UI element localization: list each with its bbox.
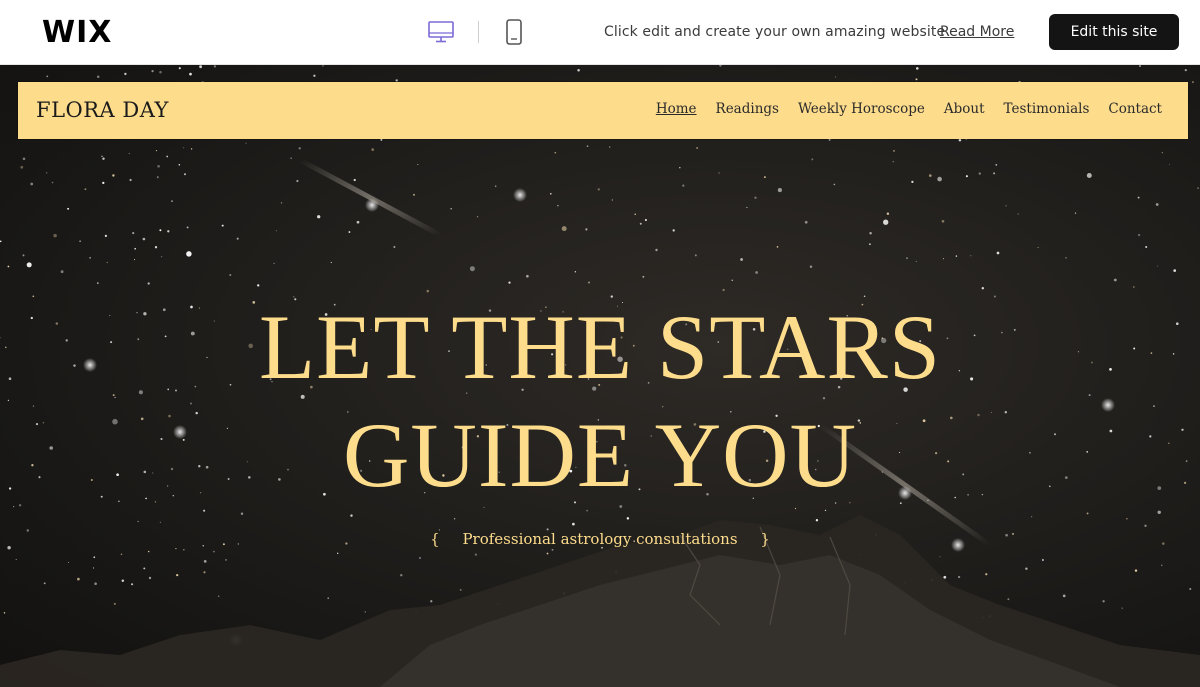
read-more-link[interactable]: Read More	[940, 24, 1014, 40]
hero-tagline: { Professional astrology consultations }	[0, 530, 1200, 548]
hero-headline-line2: GUIDE YOU	[342, 404, 858, 506]
mobile-icon[interactable]	[499, 17, 529, 47]
tagline-text: Professional astrology consultations	[462, 530, 738, 548]
wix-logo[interactable]: WIX	[42, 15, 112, 50]
nav-home[interactable]: Home	[656, 101, 697, 117]
desktop-icon[interactable]	[426, 17, 456, 47]
nav-readings[interactable]: Readings	[716, 101, 779, 117]
nav-testimonials[interactable]: Testimonials	[1004, 101, 1090, 117]
edit-site-button[interactable]: Edit this site	[1049, 14, 1179, 50]
device-divider	[478, 21, 479, 43]
hero-headline-line1: LET THE STARS	[258, 296, 942, 398]
wix-top-bar: WIX Click edit and create your own amazi…	[0, 0, 1200, 65]
nav-weekly-horoscope[interactable]: Weekly Horoscope	[798, 101, 925, 117]
brace-open: {	[430, 530, 440, 548]
hero-section: FLORA DAY Home Readings Weekly Horoscope…	[0, 65, 1200, 687]
nav-contact[interactable]: Contact	[1108, 101, 1162, 117]
device-switcher	[426, 17, 529, 47]
site-menu: Home Readings Weekly Horoscope About Tes…	[656, 101, 1162, 117]
nav-about[interactable]: About	[944, 101, 985, 117]
site-brand[interactable]: FLORA DAY	[36, 98, 169, 122]
hero-headline: LET THE STARS GUIDE YOU	[0, 293, 1200, 509]
brace-close: }	[760, 530, 770, 548]
promo-text: Click edit and create your own amazing w…	[604, 24, 946, 40]
site-header: FLORA DAY Home Readings Weekly Horoscope…	[18, 82, 1188, 139]
